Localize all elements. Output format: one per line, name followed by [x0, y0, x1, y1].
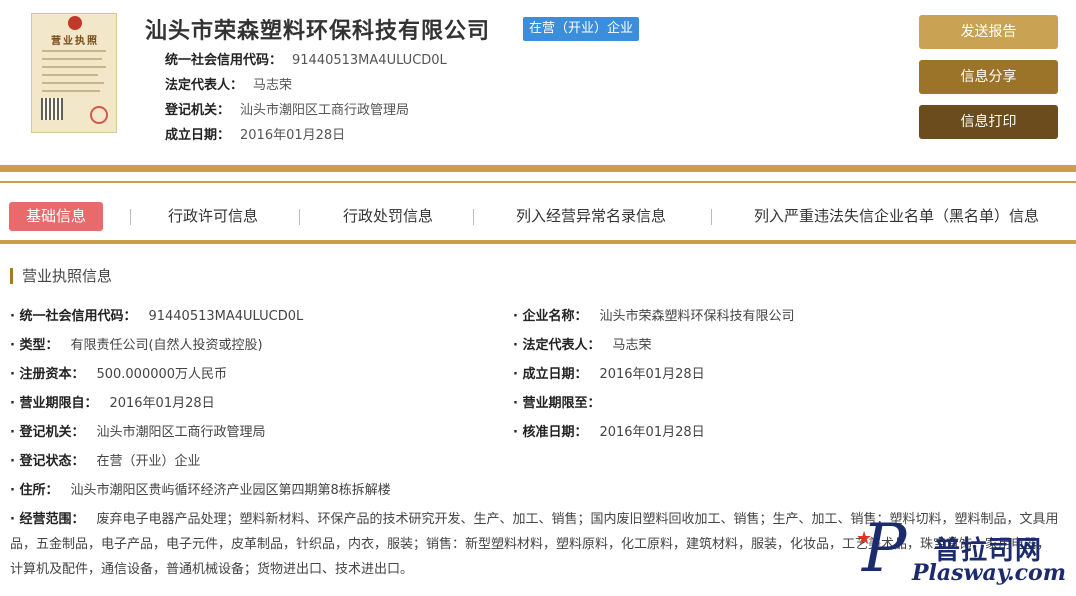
info-address: · 住所： 汕头市潮阳区贵屿循环经济产业园区第四期第8栋拆解楼: [10, 479, 391, 498]
info-value: 2016年01月28日: [109, 396, 215, 411]
info-value: 马志荣: [612, 338, 652, 353]
send-report-button[interactable]: 发送报告: [919, 15, 1058, 49]
header-legal-rep-label: 法定代表人：: [165, 78, 244, 93]
header-registration-authority-label: 登记机关：: [165, 103, 231, 118]
tab-admin-penalty[interactable]: 行政处罚信息: [343, 202, 433, 231]
section-title: 营业执照信息: [10, 268, 112, 284]
info-value: 汕头市潮阳区贵屿循环经济产业园区第四期第8栋拆解楼: [70, 483, 391, 498]
info-approval-date: · 核准日期： 2016年01月28日: [513, 421, 705, 440]
info-established-date: · 成立日期： 2016年01月28日: [513, 363, 705, 382]
info-label: · 营业期限至：: [513, 396, 601, 411]
watermark-p-glyph: P: [862, 510, 907, 587]
info-legal-rep: · 法定代表人： 马志荣: [513, 334, 651, 353]
seal-icon: [90, 106, 108, 124]
info-value: 500.000000万人民币: [96, 367, 228, 382]
tab-abnormal-operation[interactable]: 列入经营异常名录信息: [516, 202, 666, 231]
header-divider-thin: [0, 181, 1076, 183]
header-established-date-label: 成立日期：: [165, 128, 231, 143]
info-value: 汕头市荣森塑料环保科技有限公司: [599, 309, 795, 324]
info-value: 汕头市潮阳区工商行政管理局: [96, 425, 266, 440]
tab-blacklist[interactable]: 列入严重违法失信企业名单（黑名单）信息: [754, 202, 1039, 231]
info-label: · 统一社会信用代码：: [10, 309, 137, 324]
header-established-date-value: 2016年01月28日: [240, 128, 346, 143]
info-value: 2016年01月28日: [599, 367, 705, 382]
info-label: · 营业期限自：: [10, 396, 98, 411]
header-credit-code-label: 统一社会信用代码：: [165, 53, 283, 68]
info-term-to: · 营业期限至：: [513, 392, 612, 411]
info-label: · 类型：: [10, 338, 59, 353]
header-legal-rep-value: 马志荣: [253, 78, 293, 93]
header-legal-rep-row: 法定代表人： 马志荣: [165, 74, 292, 93]
info-label: · 注册资本：: [10, 367, 85, 382]
info-tabs: 基础信息 行政许可信息 行政处罚信息 列入经营异常名录信息 列入严重违法失信企业…: [0, 196, 1076, 236]
info-value: 有限责任公司(自然人投资或控股): [70, 338, 263, 353]
info-label: · 经营范围：: [10, 512, 85, 527]
watermark-en: Plasway.com: [912, 560, 1066, 586]
info-value: 91440513MA4ULUCD0L: [148, 309, 304, 324]
header-registration-authority-value: 汕头市潮阳区工商行政管理局: [240, 103, 410, 118]
national-emblem-icon: [68, 16, 82, 30]
info-credit-code: · 统一社会信用代码： 91440513MA4ULUCD0L: [10, 305, 303, 324]
qr-code-icon: [41, 98, 63, 120]
info-label: · 登记机关：: [10, 425, 85, 440]
info-label: · 登记状态：: [10, 454, 85, 469]
info-label: · 核准日期：: [513, 425, 588, 440]
tabs-divider: [0, 240, 1076, 244]
info-registration-status: · 登记状态： 在营（开业）企业: [10, 450, 200, 469]
share-info-button[interactable]: 信息分享: [919, 60, 1058, 94]
header-credit-code-value: 91440513MA4ULUCD0L: [292, 53, 447, 68]
info-company-name: · 企业名称： 汕头市荣森塑料环保科技有限公司: [513, 305, 794, 324]
info-registration-authority: · 登记机关： 汕头市潮阳区工商行政管理局: [10, 421, 265, 440]
header-credit-code-row: 统一社会信用代码： 91440513MA4ULUCD0L: [165, 49, 447, 68]
tab-admin-license[interactable]: 行政许可信息: [168, 202, 258, 231]
info-label: · 企业名称：: [513, 309, 588, 324]
info-label: · 成立日期：: [513, 367, 588, 382]
info-value: 在营（开业）企业: [96, 454, 201, 469]
info-value: 2016年01月28日: [599, 425, 705, 440]
info-label: · 住所：: [10, 483, 59, 498]
info-term-from: · 营业期限自： 2016年01月28日: [10, 392, 215, 411]
header-registration-authority-row: 登记机关： 汕头市潮阳区工商行政管理局: [165, 99, 409, 118]
status-badge: 在营（开业）企业: [523, 17, 640, 41]
company-name: 汕头市荣森塑料环保科技有限公司: [145, 19, 491, 44]
tab-basic-info[interactable]: 基础信息: [9, 202, 104, 231]
info-registered-capital: · 注册资本： 500.000000万人民币: [10, 363, 227, 382]
site-watermark-logo: ★ P 普拉司网 Plasway.com: [852, 516, 1068, 590]
license-image-title: 营业执照: [51, 36, 99, 47]
header-established-date-row: 成立日期： 2016年01月28日: [165, 124, 345, 143]
company-header: 营业执照 汕头市荣森塑料环保科技有限公司 在营（开业）企业 统一社会信用代码： 9…: [0, 0, 1076, 165]
header-divider: [0, 165, 1076, 172]
info-label: · 法定代表人：: [513, 338, 601, 353]
info-type: · 类型： 有限责任公司(自然人投资或控股): [10, 334, 263, 353]
print-info-button[interactable]: 信息打印: [919, 105, 1058, 139]
business-license-image[interactable]: 营业执照: [31, 13, 117, 133]
